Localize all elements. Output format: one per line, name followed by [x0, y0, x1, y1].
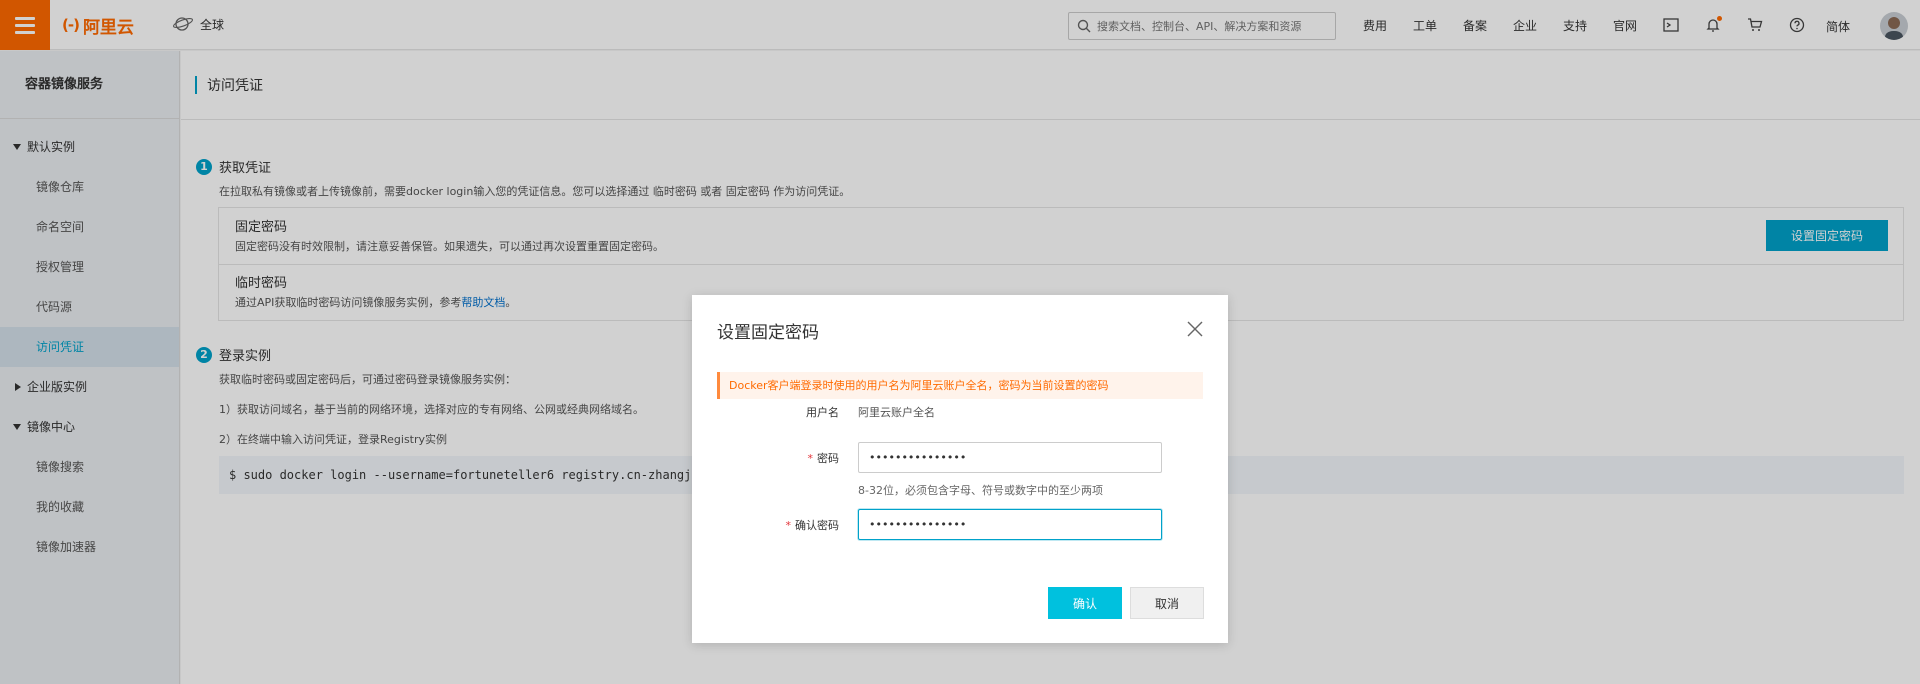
set-fixed-password-dialog: 设置固定密码 Docker客户端登录时使用的用户名为阿里云账户全名，密码为当前设…: [692, 295, 1228, 643]
confirm-password-label-text: 确认密码: [795, 519, 839, 532]
cancel-button[interactable]: 取消: [1130, 587, 1204, 619]
password-hint: 8-32位，必须包含字母、符号或数字中的至少两项: [858, 484, 1103, 497]
required-mark: *: [807, 452, 814, 465]
password-label-wrap: * 密码: [717, 450, 840, 470]
username-label-wrap: 用户名: [717, 404, 839, 424]
password-field[interactable]: [858, 442, 1162, 473]
close-icon[interactable]: [1185, 319, 1205, 339]
password-label: * 密码: [808, 450, 840, 466]
password-label-text: 密码: [817, 452, 839, 465]
confirm-password-label-wrap: * 确认密码: [717, 517, 840, 537]
username-value: 阿里云账户全名: [858, 406, 935, 419]
username-info-alert: Docker客户端登录时使用的用户名为阿里云账户全名，密码为当前设置的密码: [717, 372, 1203, 399]
dialog-title: 设置固定密码: [717, 323, 819, 343]
username-label: 用户名: [806, 406, 839, 419]
confirm-password-label: * 确认密码: [786, 517, 840, 533]
confirm-password-field[interactable]: [858, 509, 1162, 540]
required-mark: *: [785, 519, 792, 532]
confirm-button[interactable]: 确认: [1048, 587, 1122, 619]
